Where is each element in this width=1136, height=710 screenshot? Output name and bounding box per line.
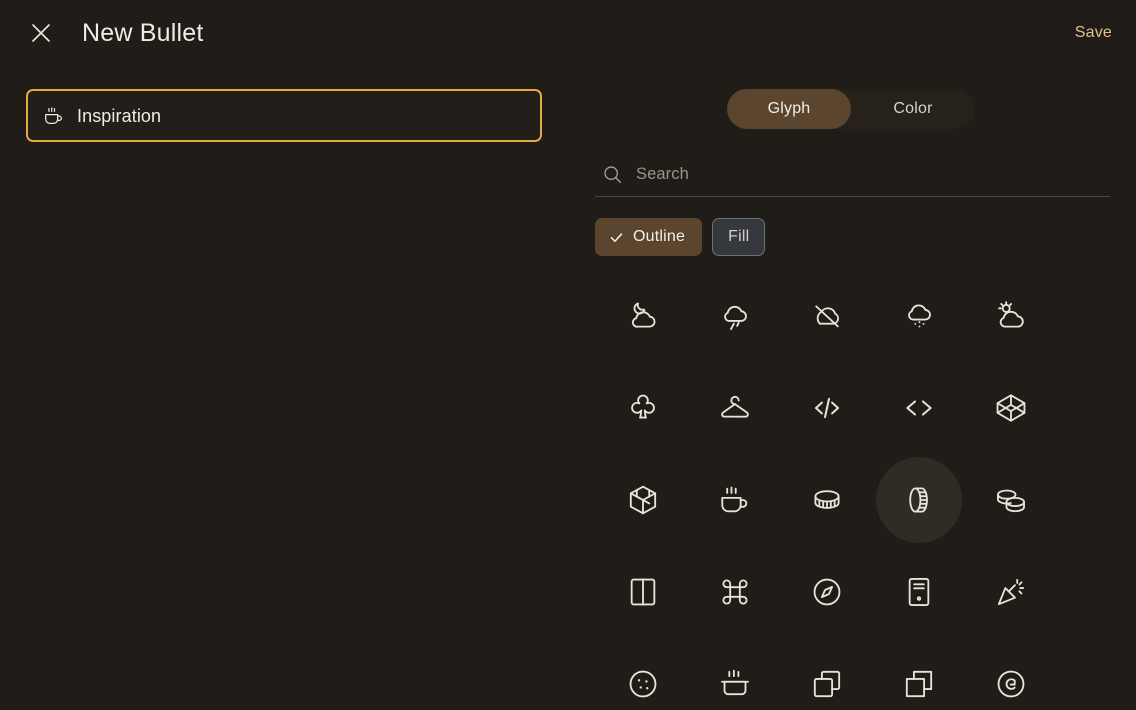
glyph-code-simple[interactable]: [873, 362, 965, 454]
tab-switcher: Glyph Color: [727, 89, 975, 129]
coffee-icon: [721, 486, 748, 513]
codepen-logo-icon: [996, 394, 1026, 422]
header-bar: New Bullet Save: [0, 0, 1136, 66]
glyph-coin[interactable]: [781, 454, 873, 546]
bullet-name-value: Inspiration: [77, 105, 162, 126]
filter-outline-button[interactable]: Outline: [595, 218, 703, 256]
glyph-columns[interactable]: [597, 546, 689, 638]
filter-fill-label: Fill: [728, 228, 750, 245]
search-icon: [601, 164, 623, 186]
left-panel: Inspiration: [0, 66, 568, 710]
confetti-icon: [997, 578, 1025, 606]
glyph-cloud-rain[interactable]: [689, 270, 781, 362]
glyph-codepen-logo[interactable]: [965, 362, 1057, 454]
tab-color[interactable]: Color: [851, 89, 975, 129]
codesandbox-logo-icon: [629, 485, 657, 515]
coat-hanger-icon: [721, 395, 749, 418]
glyph-cookie[interactable]: [597, 638, 689, 710]
copyleft-icon: [997, 670, 1025, 698]
code-simple-icon: [906, 400, 932, 416]
club-icon: [631, 394, 655, 419]
glyph-club[interactable]: [597, 362, 689, 454]
coffee-icon: [42, 104, 66, 128]
coin-vertical-icon: [909, 487, 928, 513]
cloud-snow-icon: [908, 304, 931, 328]
page-title: New Bullet: [82, 19, 204, 47]
glyph-row: [597, 638, 1111, 710]
copy-simple-icon: [905, 670, 933, 698]
columns-icon: [630, 578, 656, 606]
cloud-slash-icon: [815, 305, 839, 328]
glyph-computer-tower[interactable]: [873, 546, 965, 638]
filter-outline-label: Outline: [633, 228, 686, 245]
code-icon: [814, 397, 840, 419]
cooking-pot-icon: [721, 669, 749, 696]
tab-glyph[interactable]: Glyph: [727, 89, 851, 129]
compass-icon: [813, 578, 841, 606]
right-panel: Glyph Color Search Outline Fill: [568, 66, 1136, 710]
glyph-row: [597, 454, 1111, 546]
close-icon: [32, 24, 50, 42]
glyph-cloud-sun[interactable]: [965, 270, 1057, 362]
save-button[interactable]: Save: [1075, 20, 1112, 46]
close-button[interactable]: [24, 16, 58, 50]
cloud-rain-icon: [724, 305, 747, 330]
glyph-row: [597, 362, 1111, 454]
glyph-command[interactable]: [689, 546, 781, 638]
copy-icon: [813, 670, 841, 698]
tab-glyph-label: Glyph: [767, 100, 811, 117]
bullet-name-field[interactable]: Inspiration: [26, 89, 542, 142]
computer-tower-icon: [908, 578, 930, 606]
glyph-codesandbox-logo[interactable]: [597, 454, 689, 546]
search-bar[interactable]: [595, 153, 1110, 197]
command-icon: [722, 579, 748, 605]
filter-fill-button[interactable]: Fill: [712, 218, 766, 256]
glyph-copy-simple[interactable]: [873, 638, 965, 710]
glyph-coin-vertical[interactable]: [873, 454, 965, 546]
glyph-copyleft[interactable]: [965, 638, 1057, 710]
search-input[interactable]: [636, 160, 1110, 189]
coins-icon: [997, 489, 1025, 513]
glyph-copy[interactable]: [781, 638, 873, 710]
cloud-sun-icon: [998, 301, 1024, 328]
glyph-compass[interactable]: [781, 546, 873, 638]
cookie-icon: [629, 670, 657, 698]
glyph-coat-hanger[interactable]: [689, 362, 781, 454]
glyph-confetti[interactable]: [965, 546, 1057, 638]
tab-color-label: Color: [893, 100, 933, 117]
coin-icon: [814, 490, 840, 509]
glyph-cloud-snow[interactable]: [873, 270, 965, 362]
cloud-moon-icon: [631, 302, 656, 328]
glyph-coins[interactable]: [965, 454, 1057, 546]
glyph-cooking-pot[interactable]: [689, 638, 781, 710]
glyph-cloud-moon[interactable]: [597, 270, 689, 362]
glyph-cloud-slash[interactable]: [781, 270, 873, 362]
glyph-code[interactable]: [781, 362, 873, 454]
glyph-row: [597, 546, 1111, 638]
new-bullet-screen: New Bullet Save Inspiration Glyph Color …: [0, 0, 1136, 710]
glyph-grid: [597, 270, 1111, 710]
glyph-style-filter: Outline Fill: [595, 218, 766, 256]
glyph-coffee[interactable]: [689, 454, 781, 546]
glyph-row: [597, 270, 1111, 362]
check-icon: [608, 229, 624, 245]
